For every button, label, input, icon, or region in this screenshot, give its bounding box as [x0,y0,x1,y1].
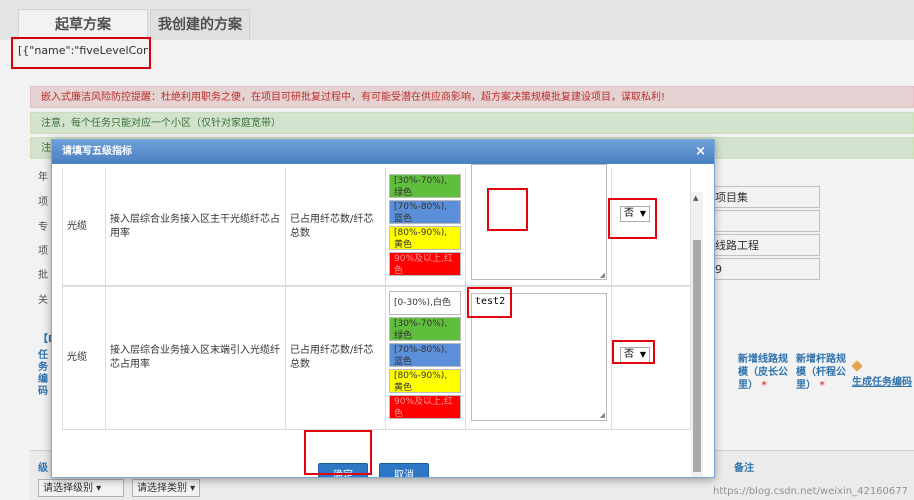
row-indicator: 接入层综合业务接入区末端引入光缆纤芯占用率 [110,344,281,372]
resize-handle-icon[interactable]: ◢ [600,411,605,419]
highlight-box-confirm [304,430,372,475]
row-type: 光缆 [67,220,101,234]
level-green: [30%-70%),绿色 [389,174,461,198]
table-row: 光缆 接入层综合业务接入区主干光缆纤芯占用率 已占用纤芯数/纤芯总数 [30%-… [62,168,691,286]
row-formula: 已占用纤芯数/纤芯总数 [290,344,381,372]
highlight-box-remark-2 [467,287,512,318]
row-type: 光缆 [67,351,101,365]
scroll-up-icon[interactable]: ▲ [693,194,698,202]
highlight-box-choice-2 [612,340,655,364]
cancel-button[interactable]: 取消 [379,463,429,477]
dialog-header: 请填写五级指标 × [52,140,714,164]
level-yellow: [80%-90%),黄色 [389,226,461,250]
level-red: 90%及以上,红色 [389,395,461,419]
resize-handle-icon[interactable]: ◢ [600,271,605,279]
close-icon[interactable]: × [695,140,706,164]
table-row: 光缆 接入层综合业务接入区末端引入光缆纤芯占用率 已占用纤芯数/纤芯总数 [0-… [62,286,691,430]
level-blue: [70%-80%),蓝色 [389,343,461,367]
highlight-box-remark-1 [487,188,528,231]
level-yellow: [80%-90%),黄色 [389,369,461,393]
dialog-title: 请填写五级指标 [62,146,132,157]
level-green: [30%-70%),绿色 [389,317,461,341]
level-blue: [70%-80%),蓝色 [389,200,461,224]
level-white: [0-30%),白色 [389,291,461,315]
five-level-indicator-dialog: 请填写五级指标 × 光缆 接入层综合业务接入区主干光缆纤芯占用率 已占用纤芯数/… [51,139,715,478]
row-indicator: 接入层综合业务接入区主干光缆纤芯占用率 [110,213,281,241]
highlight-box-choice-1 [608,198,657,239]
level-red: 90%及以上,红色 [389,252,461,276]
scroll-thumb[interactable] [693,240,701,472]
row-formula: 已占用纤芯数/纤芯总数 [290,213,381,241]
dialog-scrollbar[interactable]: ▲ ▼ [691,192,703,477]
